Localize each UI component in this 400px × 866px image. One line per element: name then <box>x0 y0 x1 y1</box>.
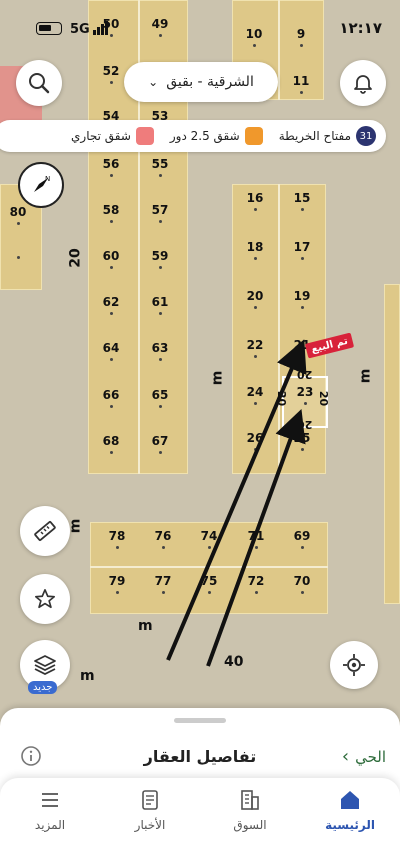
location-selector[interactable]: ⌄ الشرقية - بقيق <box>124 62 278 102</box>
building-icon <box>241 790 259 810</box>
svg-text:N: N <box>45 175 50 183</box>
sheet-handle[interactable] <box>174 718 226 723</box>
news-icon <box>142 790 158 810</box>
legend-item-apartments[interactable]: شقق 2.5 دور <box>170 127 263 145</box>
sheet-title: تفاصيل العقار <box>143 747 257 766</box>
search-button[interactable] <box>16 60 62 106</box>
info-icon[interactable] <box>20 745 42 767</box>
search-icon <box>29 73 50 94</box>
legend-swatch-commercial <box>135 127 154 145</box>
nav-home[interactable]: الرئيسية <box>300 778 400 866</box>
bottom-nav: الرئيسية السوق الأخبار المزيد <box>0 778 400 866</box>
nav-market[interactable]: السوق <box>200 778 300 866</box>
legend-count-badge: 31 <box>356 126 376 146</box>
star-icon <box>35 589 55 609</box>
menu-icon <box>42 793 58 807</box>
map-legend[interactable]: شقق تجاري شقق 2.5 دور مفتاح الخريطة 31 <box>0 120 386 152</box>
chevron-left-icon: ‹ <box>341 746 350 767</box>
network-label: 5G <box>70 22 90 37</box>
locate-icon <box>343 654 365 676</box>
legend-swatch-apartments <box>244 127 263 145</box>
signal-icon <box>93 21 108 35</box>
bell-icon <box>354 75 372 94</box>
compass-icon: N <box>34 175 50 192</box>
nav-more[interactable]: المزيد <box>0 778 100 866</box>
legend-item-commercial[interactable]: شقق تجاري <box>71 127 154 145</box>
favorites-button[interactable] <box>20 574 70 624</box>
nav-news[interactable]: الأخبار <box>100 778 200 866</box>
battery-icon <box>36 22 62 35</box>
compass-button[interactable]: N <box>18 162 64 208</box>
measure-button[interactable] <box>20 506 70 556</box>
notifications-button[interactable] <box>340 60 386 106</box>
ruler-icon <box>34 521 56 541</box>
arrow-to-plot-21 <box>166 339 307 661</box>
my-location-button[interactable] <box>330 641 378 689</box>
legend-item-key[interactable]: مفتاح الخريطة 31 <box>279 126 376 146</box>
status-bar: 5G ١٢:١٧ <box>0 0 400 46</box>
location-label: الشرقية - بقيق <box>166 74 254 90</box>
neighborhood-link[interactable]: ‹ الحي <box>342 746 386 767</box>
new-badge: جديد <box>28 681 58 694</box>
clock: ١٢:١٧ <box>339 19 382 37</box>
layers-icon <box>34 655 56 676</box>
home-icon <box>341 791 359 809</box>
chevron-down-icon: ⌄ <box>148 75 159 89</box>
